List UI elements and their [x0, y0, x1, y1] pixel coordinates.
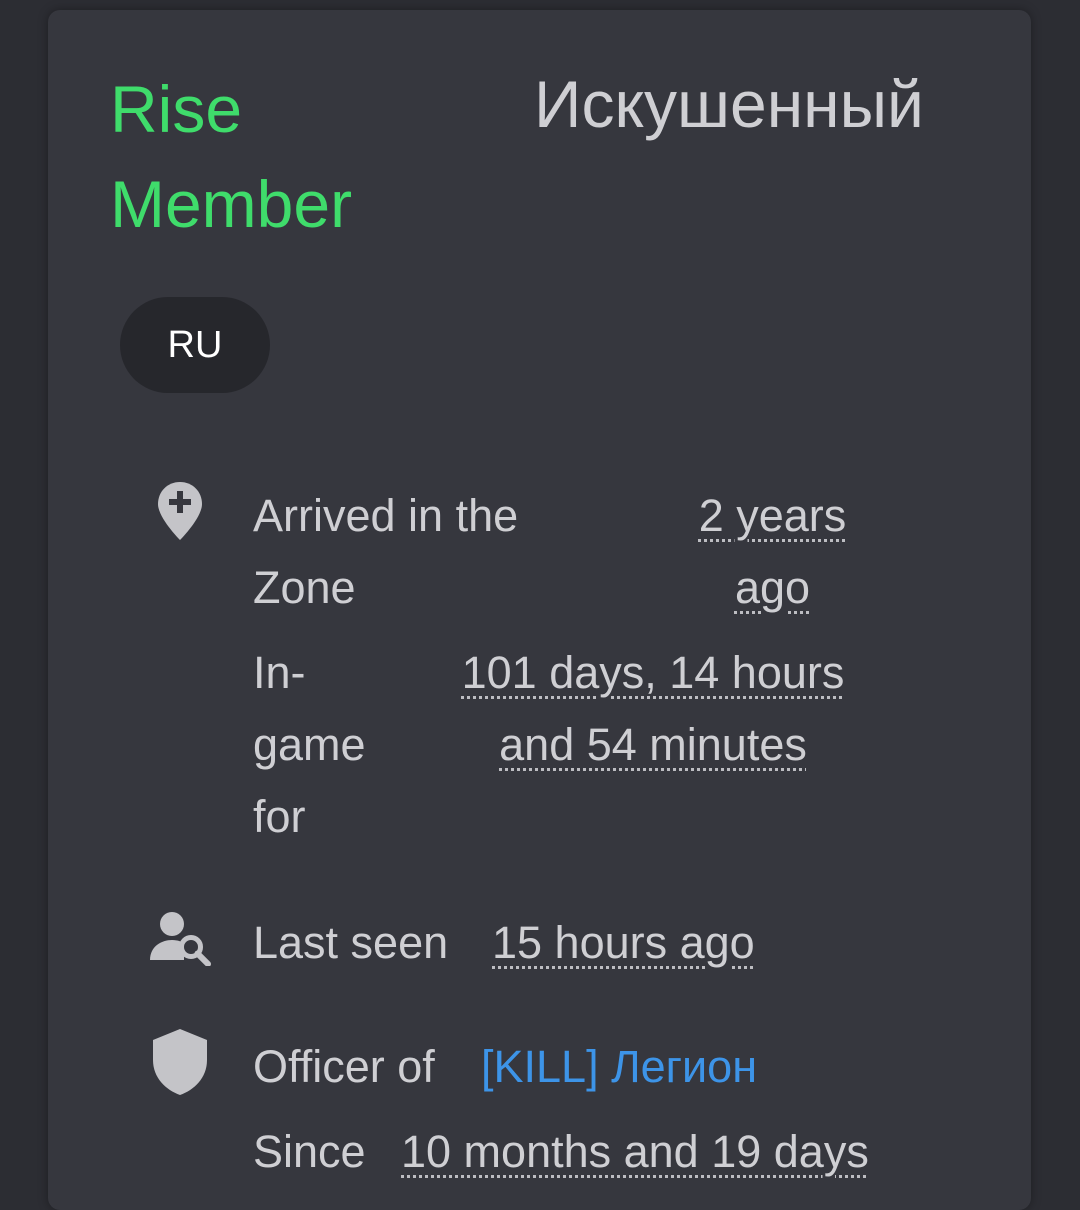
- shield-icon: [153, 1029, 207, 1095]
- since-label: Since: [253, 1126, 366, 1177]
- rank-label: Rise Member: [110, 72, 353, 241]
- since-value: 10 months and 19 days: [401, 1126, 869, 1177]
- ingame-value: 101 days, 14 hours and 54 minutes: [461, 647, 845, 770]
- arrived-value: 2 years ago: [698, 490, 847, 613]
- ingame-label: In-game for: [253, 647, 366, 842]
- arrived-label: Arrived in the Zone: [253, 490, 519, 613]
- map-marker-plus-icon: [158, 482, 202, 540]
- user-search-icon: [150, 912, 211, 966]
- last-seen-value: 15 hours ago: [492, 917, 755, 968]
- last-seen-label: Last seen: [253, 917, 449, 968]
- officer-label: Officer of: [253, 1041, 435, 1092]
- language-badge: RU: [120, 297, 270, 393]
- clan-link[interactable]: [KILL] Легион: [481, 1031, 757, 1103]
- player-title: Искушенный: [534, 67, 924, 141]
